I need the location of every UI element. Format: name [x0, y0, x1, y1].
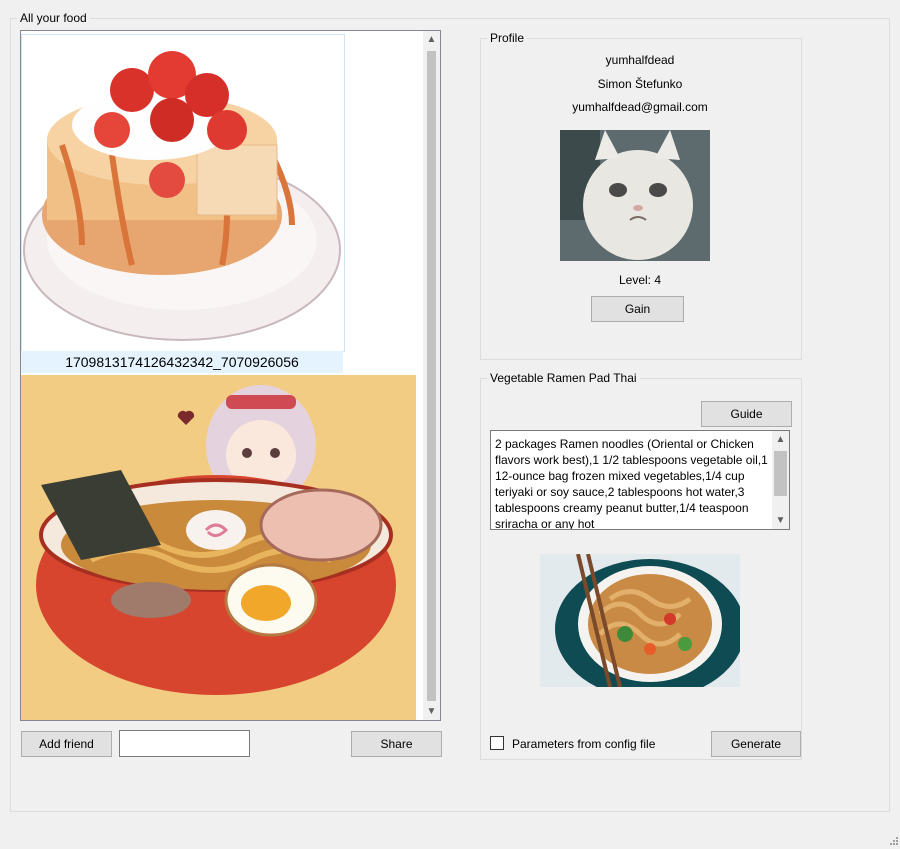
- share-button[interactable]: Share: [351, 731, 442, 757]
- scroll-thumb[interactable]: [427, 51, 436, 701]
- food-list-scrollbar[interactable]: ▲ ▼: [423, 31, 440, 720]
- add-friend-button[interactable]: Add friend: [21, 731, 112, 757]
- food-group-title: All your food: [17, 11, 90, 25]
- profile-username: yumhalfdead: [605, 53, 675, 67]
- profile-full-name: Simon Štefunko: [597, 77, 683, 91]
- profile-email: yumhalfdead@gmail.com: [572, 100, 708, 114]
- ingredients-scrollbar[interactable]: ▲ ▼: [772, 431, 789, 529]
- scroll-thumb[interactable]: [774, 451, 787, 496]
- girl-with-ramen-image: [21, 375, 416, 720]
- scroll-down-icon[interactable]: ▼: [772, 512, 789, 529]
- food-list[interactable]: 1709813174126432342_7070926056 ▲ ▼: [20, 30, 441, 721]
- ingredients-textarea[interactable]: 2 packages Ramen noodles (Oriental or Ch…: [490, 430, 790, 530]
- recipe-title: Vegetable Ramen Pad Thai: [487, 371, 640, 385]
- list-item[interactable]: 1709813174126432342_7070926056: [21, 31, 423, 374]
- food-item-label: 1709813174126432342_7070926056: [21, 351, 343, 373]
- recipe-photo: [540, 554, 740, 687]
- level-text: Level: 4: [618, 273, 662, 287]
- config-checkbox-label[interactable]: Parameters from config file: [512, 737, 655, 751]
- scroll-up-icon[interactable]: ▲: [423, 31, 440, 48]
- generate-button[interactable]: Generate: [711, 731, 801, 757]
- config-checkbox[interactable]: [490, 736, 504, 750]
- resize-grip-icon[interactable]: [889, 835, 899, 845]
- guide-button[interactable]: Guide: [701, 401, 792, 427]
- scroll-up-icon[interactable]: ▲: [772, 431, 789, 448]
- gain-button[interactable]: Gain: [591, 296, 684, 322]
- strawberry-pancakes-image: [21, 34, 345, 352]
- scroll-down-icon[interactable]: ▼: [423, 703, 440, 720]
- ingredients-text: 2 packages Ramen noodles (Oriental or Ch…: [495, 437, 768, 530]
- profile-title: Profile: [487, 31, 528, 45]
- list-item[interactable]: [21, 375, 423, 720]
- avatar: [560, 130, 710, 261]
- friend-input[interactable]: [119, 730, 250, 757]
